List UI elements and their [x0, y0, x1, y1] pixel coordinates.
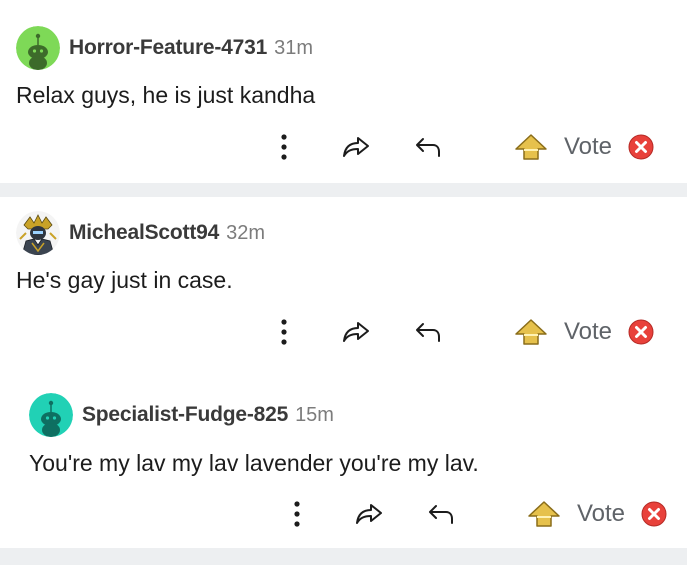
more-options-button[interactable] — [272, 312, 296, 352]
comment-text: He's gay just in case. — [16, 267, 233, 293]
reply-icon — [416, 323, 440, 342]
comment-text: Relax guys, he is just kandha — [16, 82, 316, 108]
comment-actions: Vote — [0, 494, 700, 534]
timestamp: 15m — [295, 403, 334, 426]
downvote-icon — [628, 134, 654, 160]
username[interactable]: Horror-Feature-4731 — [69, 36, 267, 60]
upvote-button[interactable] — [513, 127, 549, 167]
share-button[interactable] — [351, 494, 387, 534]
downvote-button[interactable] — [639, 494, 669, 534]
armored-knight-icon — [16, 211, 60, 255]
reply-icon — [429, 505, 453, 524]
share-button[interactable] — [338, 312, 374, 352]
vote-count: Vote — [558, 127, 618, 167]
comment-header: MichealScott94 32m — [16, 211, 265, 255]
share-button[interactable] — [338, 127, 374, 167]
comment-divider — [0, 183, 687, 197]
more-vertical-icon — [294, 501, 300, 527]
comment-header: Specialist-Fudge-825 15m — [29, 393, 334, 437]
upvote-button[interactable] — [513, 312, 549, 352]
upvote-icon — [515, 134, 547, 160]
timestamp: 32m — [226, 221, 265, 244]
avatar[interactable] — [29, 393, 73, 437]
upvote-icon — [515, 319, 547, 345]
comment-divider — [0, 548, 687, 565]
username[interactable]: Specialist-Fudge-825 — [82, 403, 288, 427]
upvote-icon — [528, 501, 560, 527]
reply-comment: Specialist-Fudge-825 15m You're my lav m… — [0, 378, 700, 548]
vote-label: Vote — [576, 500, 626, 527]
vote-count: Vote — [558, 312, 618, 352]
downvote-icon — [641, 501, 667, 527]
share-icon — [343, 322, 369, 342]
comment-actions: Vote — [0, 312, 700, 352]
reply-button[interactable] — [410, 127, 446, 167]
comment: Horror-Feature-4731 31m Relax guys, he i… — [0, 0, 700, 183]
comment-text: You're my lav my lav lavender you're my … — [29, 450, 479, 476]
username[interactable]: MichealScott94 — [69, 221, 219, 245]
share-icon — [343, 137, 369, 157]
snoo-avatar-icon — [29, 393, 73, 437]
more-vertical-icon — [281, 319, 287, 345]
snoo-avatar-icon — [16, 26, 60, 70]
reply-button[interactable] — [423, 494, 459, 534]
upvote-button[interactable] — [526, 494, 562, 534]
downvote-button[interactable] — [626, 312, 656, 352]
comment: MichealScott94 32m He's gay just in case… — [0, 197, 700, 367]
timestamp: 31m — [274, 36, 314, 59]
more-options-button[interactable] — [272, 127, 296, 167]
vote-label: Vote — [563, 133, 613, 160]
vote-label: Vote — [563, 318, 613, 345]
downvote-icon — [628, 319, 654, 345]
comment-header: Horror-Feature-4731 31m — [16, 26, 313, 70]
more-options-button[interactable] — [285, 494, 309, 534]
share-icon — [356, 504, 382, 524]
comment-actions: Vote — [0, 127, 700, 167]
downvote-button[interactable] — [626, 127, 656, 167]
reply-button[interactable] — [410, 312, 446, 352]
vote-count: Vote — [571, 494, 631, 534]
more-vertical-icon — [281, 134, 287, 160]
avatar[interactable] — [16, 26, 60, 70]
reply-icon — [416, 138, 440, 157]
avatar[interactable] — [16, 211, 60, 255]
